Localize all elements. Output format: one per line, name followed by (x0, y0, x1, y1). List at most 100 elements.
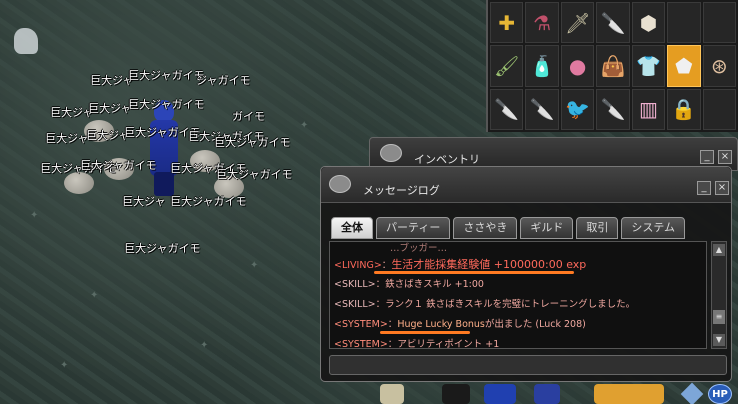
brush-icon: 🖌 (494, 53, 520, 78)
log-line: <SYSTEM>：アビリティポイント +1 (334, 336, 499, 349)
mob-name-label: 巨大ジャガイモ (214, 136, 291, 149)
inventory-slot[interactable] (702, 2, 736, 44)
inventory-slot[interactable]: ⊛ (702, 45, 736, 87)
log-text-highlight: Huge Lucky Bonus (397, 319, 485, 330)
log-text: 生活才能採集経験値 +100000:00 exp (391, 258, 587, 271)
log-text: ランク１ 鉄さばきスキルを完璧にトレーニングしました。 (385, 299, 636, 310)
tab-system[interactable]: システム (621, 217, 686, 239)
mob-name-label: ガイモ (232, 110, 265, 123)
leaf-decoration: ✦ (200, 340, 209, 351)
inventory-slot[interactable]: 🗡 (560, 2, 595, 44)
inventory-slot[interactable] (667, 2, 701, 44)
inventory-slot[interactable]: ⬟ (667, 45, 701, 87)
mob-name-label: 巨大ジャガイモ (128, 69, 205, 82)
log-text: …ブッガー… (390, 243, 448, 254)
knife-icon: 🔪 (529, 97, 555, 122)
highlight-underline (374, 271, 574, 274)
highlight-underline (380, 331, 470, 334)
hotbar-glove-icon[interactable] (534, 384, 560, 404)
inventory-slot[interactable]: 🔪 (596, 88, 630, 130)
scroll-thumb[interactable]: ≡ (713, 310, 725, 324)
mob-name-label: 巨大ジャ (86, 129, 130, 142)
leaf-decoration: ✦ (30, 210, 39, 221)
inventory-slot[interactable]: 👕 (631, 45, 666, 87)
log-line: <SYSTEM>：Huge Lucky Bonusが出ました (Luck 208… (334, 316, 586, 330)
inventory-slot[interactable]: ● (560, 45, 595, 87)
cross-icon: ✚ (498, 10, 516, 35)
dreamcatcher-icon: ⊛ (710, 53, 728, 78)
bean-icon: ● (568, 53, 587, 78)
leaf-decoration: ✦ (300, 120, 309, 131)
log-sep: ： (375, 279, 386, 290)
log-scrollbar[interactable]: ▲ ≡ ▼ (711, 241, 727, 349)
inventory-slot[interactable]: 🔒 (667, 88, 701, 130)
bag-icon: 👜 (600, 53, 626, 78)
mob-name-label: 巨大ジャ (90, 74, 134, 87)
log-line: <SKILL>：鉄さばきスキル +1:00 (334, 276, 484, 290)
log-tag: <SYSTEM> (334, 339, 388, 349)
leaf-decoration: ✦ (250, 260, 259, 271)
leaf-decoration: ✦ (60, 360, 69, 371)
inventory-grid[interactable]: ✚ ⚗ 🗡 🔪 ⬢ 🖌 🧴 ● 👜 👕 ⬟ ⊛ 🔪 🔪 🐦 🔪 ▥ 🔒 (486, 0, 738, 132)
chat-input[interactable] (329, 355, 727, 375)
tab-trade[interactable]: 取引 (576, 217, 619, 239)
minimize-button[interactable]: _ (700, 150, 714, 164)
knife-icon: 🔪 (494, 97, 520, 122)
tab-party[interactable]: パーティー (376, 217, 451, 239)
mob-name-label: 巨大ジャ (88, 102, 132, 115)
inventory-slot[interactable]: 🔪 (525, 88, 559, 130)
player-character[interactable] (146, 100, 182, 196)
mob-name-label: 巨大ジャ (45, 132, 89, 145)
close-button[interactable]: × (718, 150, 732, 164)
close-button[interactable]: × (715, 181, 729, 195)
tab-all[interactable]: 全体 (331, 217, 373, 239)
inventory-title: インベントリ (414, 153, 480, 166)
message-log-titlebar[interactable]: メッセージログ _ × (321, 167, 731, 203)
hotbar-boots-icon[interactable] (442, 384, 470, 404)
bird-icon: 🐦 (565, 97, 591, 122)
hotbar-scroll-icon[interactable] (380, 384, 404, 404)
log-tag: <SKILL> (334, 299, 376, 310)
inventory-slot[interactable]: 🐦 (560, 88, 595, 130)
scroll-up-button[interactable]: ▲ (713, 244, 725, 256)
inventory-slot[interactable]: ✚ (490, 2, 524, 44)
message-log-title: メッセージログ (363, 184, 440, 197)
log-tabs: 全体 パーティー ささやき ギルド 取引 システム (331, 217, 686, 239)
inventory-slot[interactable]: 🧴 (525, 45, 559, 87)
inventory-slot[interactable]: ⚗ (525, 2, 559, 44)
inventory-slot[interactable]: 👜 (596, 45, 630, 87)
mob-name-label: 巨大ジャ (50, 106, 94, 119)
inventory-window-icon (380, 144, 402, 162)
mob-name-label: 巨大ジャガイモ (124, 242, 201, 255)
mob-name-label: 巨大ジャ (122, 195, 166, 208)
log-line: <SKILL>：ランク１ 鉄さばきスキルを完璧にトレーニングしました。 (334, 296, 635, 310)
inventory-slot[interactable]: 🖌 (490, 45, 524, 87)
inventory-slot[interactable]: ▥ (631, 88, 666, 130)
message-log-window[interactable]: メッセージログ _ × 全体 パーティー ささやき ギルド 取引 システム …ブ… (320, 166, 732, 382)
mob-name-label: 巨大ジャガイモ (170, 195, 247, 208)
tab-whisper[interactable]: ささやき (453, 217, 518, 239)
log-tag: <LIVING> (334, 260, 382, 271)
log-area[interactable]: …ブッガー… <LIVING>：生活才能採集経験値 +100000:00 exp… (329, 241, 707, 349)
bottle-icon: 🧴 (529, 53, 555, 78)
hotbar-bag-icon[interactable] (594, 384, 664, 404)
robe-icon: 👕 (635, 53, 661, 78)
potion-red-icon: ⚗ (533, 10, 552, 35)
minimize-button[interactable]: _ (697, 181, 711, 195)
inventory-slot[interactable]: 🔪 (596, 2, 630, 44)
log-tag: <SYSTEM> (334, 319, 388, 330)
shield-icon: ⬟ (675, 53, 693, 78)
scroll-down-button[interactable]: ▼ (713, 334, 725, 346)
tab-guild[interactable]: ギルド (520, 217, 574, 239)
inventory-slot[interactable]: 🔪 (490, 88, 524, 130)
ghost-creature[interactable] (14, 28, 38, 54)
log-tag: <SKILL> (334, 279, 376, 290)
log-sep: ： (381, 260, 392, 271)
mob-name-label: 巨大ジャガイモ (216, 168, 293, 181)
hotbar-shoes-icon[interactable] (484, 384, 516, 404)
inventory-slot[interactable] (702, 88, 736, 130)
log-text: が出ました (Luck 208) (484, 319, 586, 330)
hp-icon[interactable]: HP (708, 384, 732, 404)
lock-icon: 🔒 (671, 97, 697, 122)
inventory-slot[interactable]: ⬢ (631, 2, 666, 44)
